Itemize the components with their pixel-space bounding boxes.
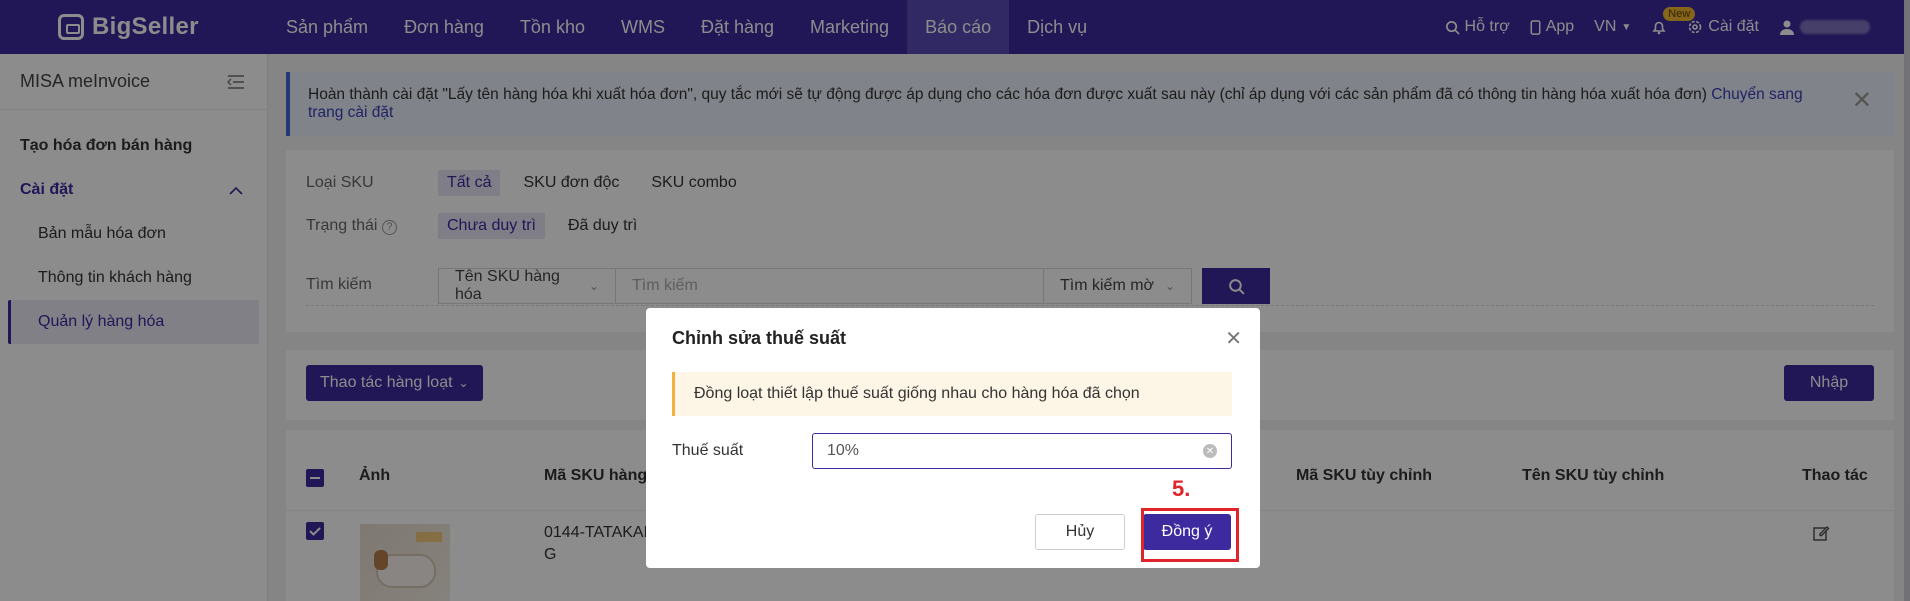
- tax-rate-label: Thuế suất: [672, 442, 744, 459]
- cancel-button[interactable]: Hủy: [1035, 514, 1125, 550]
- tax-rate-value: 10%: [827, 442, 860, 459]
- close-icon[interactable]: ✕: [1225, 326, 1242, 351]
- clear-icon[interactable]: ✕: [1203, 444, 1217, 458]
- step-highlight-box: [1141, 508, 1239, 562]
- modal-warning: Đồng loạt thiết lập thuế suất giống nhau…: [672, 372, 1232, 416]
- modal-title: Chỉnh sửa thuế suất: [672, 328, 847, 348]
- tax-rate-input[interactable]: 10% ✕: [812, 433, 1232, 469]
- step-number-annotation: 5.: [1172, 476, 1191, 501]
- modal-warning-text: Đồng loạt thiết lập thuế suất giống nhau…: [694, 385, 1140, 402]
